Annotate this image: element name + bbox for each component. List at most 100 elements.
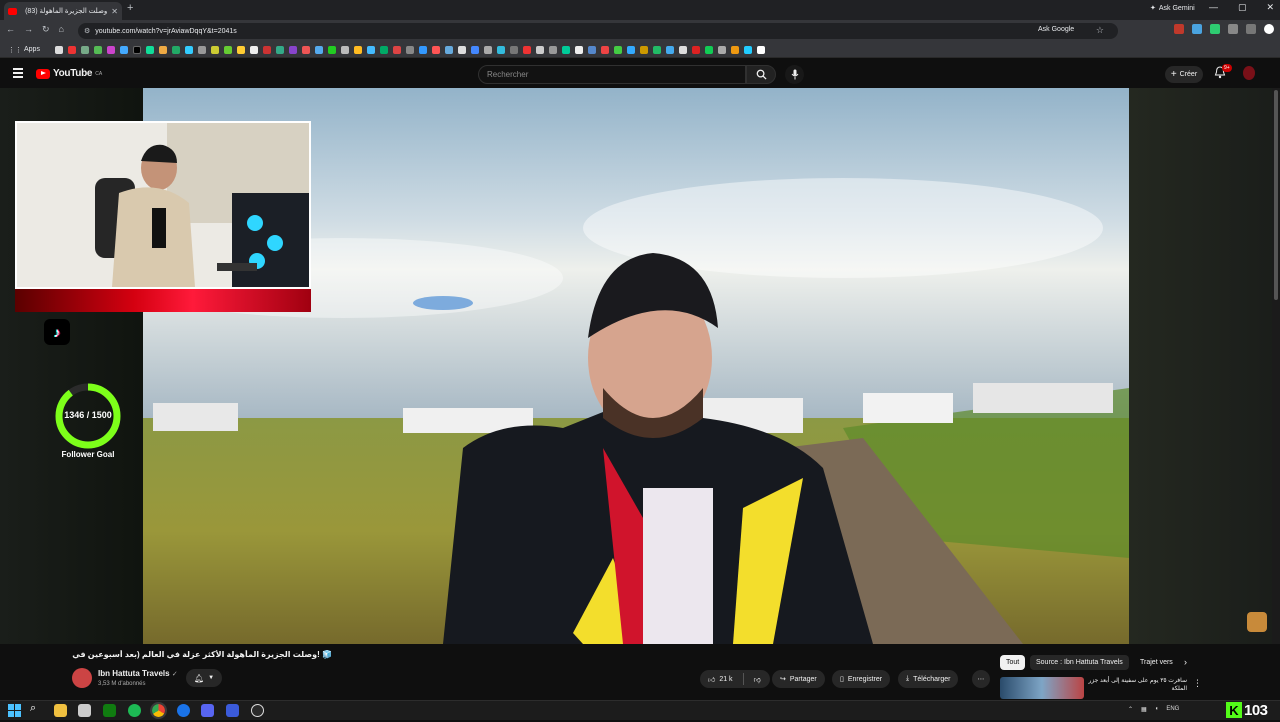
edge-icon[interactable] [177,704,190,717]
bookmark-icon[interactable] [353,45,362,54]
bookmark-icon[interactable] [561,45,570,54]
extension-icon[interactable] [1246,24,1256,34]
share-button[interactable]: ↪ Partager [772,670,825,688]
bookmark-icon[interactable] [730,45,739,54]
bookmark-icon[interactable] [80,45,89,54]
bookmark-icon[interactable] [275,45,284,54]
bookmark-icon[interactable] [652,45,661,54]
network-icon[interactable]: ▦ [1141,706,1147,713]
bookmark-icon[interactable] [418,45,427,54]
thumbs-down-icon[interactable]: 👎︎ [754,675,761,684]
spotify-icon[interactable] [128,704,141,717]
bookmark-icon[interactable] [327,45,336,54]
like-dislike-button[interactable]: 👍︎ 21 k 👎︎ [700,670,770,688]
bookmark-icon[interactable] [717,45,726,54]
chevron-up-icon[interactable]: ⌃ [1128,706,1133,713]
bookmark-icon[interactable] [210,45,219,54]
bookmark-icon[interactable] [314,45,323,54]
bookmark-icon[interactable] [548,45,557,54]
channel-avatar[interactable] [72,668,92,688]
chevron-right-icon[interactable]: › [1184,657,1187,667]
bookmark-icon[interactable] [613,45,622,54]
bookmark-icon[interactable] [509,45,518,54]
bookmark-icon[interactable] [145,45,154,54]
bookmark-icon[interactable] [444,45,453,54]
create-button[interactable]: + Créer [1165,66,1203,83]
bookmark-icon[interactable] [392,45,401,54]
bookmark-icon[interactable] [522,45,531,54]
hamburger-menu-icon[interactable] [13,68,23,78]
bookmark-icon[interactable] [704,45,713,54]
extension-icon[interactable] [1192,24,1202,34]
bookmark-icon[interactable] [288,45,297,54]
address-bar[interactable]: ⚙ youtube.com/watch?v=jrAviawDqqY&t=2041… [78,23,1118,39]
chrome-icon[interactable] [150,702,167,719]
recommended-video-thumbnail[interactable] [1000,677,1084,699]
bookmark-icon[interactable] [106,45,115,54]
bookmark-icon[interactable] [483,45,492,54]
search-input[interactable]: Rechercher [478,65,746,84]
bookmark-icon[interactable] [249,45,258,54]
subscription-bell-button[interactable]: 🔔︎ ▼ [186,669,222,687]
bookmark-icon[interactable] [587,45,596,54]
bookmark-icon[interactable] [158,45,167,54]
bookmark-icon[interactable] [301,45,310,54]
search-button[interactable] [746,65,776,84]
windows-start-icon[interactable] [8,704,21,717]
more-actions-button[interactable]: ⋯ [972,670,990,688]
bookmark-icon[interactable] [665,45,674,54]
file-explorer-icon[interactable] [54,704,67,717]
close-window-button[interactable]: ✕ [1266,2,1274,13]
xbox-icon[interactable] [103,704,116,717]
bookmark-icon[interactable] [691,45,700,54]
close-tab-icon[interactable]: ✕ [111,7,118,16]
filter-chip-source[interactable]: Source : Ibn Hattuta Travels [1030,655,1129,670]
bookmark-icon[interactable] [67,45,76,54]
extension-icon[interactable] [1210,24,1220,34]
voice-search-button[interactable] [785,65,804,84]
bookmark-icon[interactable] [119,45,128,54]
bookmark-icon[interactable] [379,45,388,54]
new-tab-button[interactable]: + [127,2,133,14]
bookmark-icon[interactable] [93,45,102,54]
bookmark-icon[interactable] [743,45,752,54]
bookmark-icon[interactable] [223,45,232,54]
bookmark-icon[interactable] [262,45,271,54]
bookmark-icon[interactable] [756,45,765,54]
minimize-button[interactable]: — [1209,2,1218,13]
bookmark-icon[interactable] [132,45,141,54]
save-button[interactable]: ▯ Enregistrer [832,670,891,688]
page-scrollbar[interactable] [1272,88,1280,644]
bookmark-icon[interactable] [457,45,466,54]
bookmark-icon[interactable] [340,45,349,54]
bookmark-icon[interactable] [626,45,635,54]
obs-icon[interactable] [251,704,264,717]
store-icon[interactable] [78,704,91,717]
account-avatar[interactable] [1243,66,1255,80]
maximize-button[interactable]: ▢ [1238,2,1247,13]
home-icon[interactable]: ⌂ [59,24,64,35]
volume-icon[interactable]: ◖ [1155,706,1159,713]
bookmark-icon[interactable] [54,45,63,54]
bookmark-icon[interactable] [431,45,440,54]
filter-chip-trip[interactable]: Trajet vers [1134,655,1179,670]
download-button[interactable]: ⤓ Télécharger [898,670,959,688]
channel-name[interactable]: Ibn Hattuta Travels ✓ [98,669,178,678]
bookmark-icon[interactable] [678,45,687,54]
discord-icon[interactable] [201,704,214,717]
search-icon[interactable]: ⌕ [30,702,43,715]
profile-icon[interactable] [1264,24,1274,34]
bookmark-icon[interactable] [639,45,648,54]
more-vertical-icon[interactable]: ⋮ [1193,678,1202,689]
bookmark-icon[interactable] [197,45,206,54]
bookmark-icon[interactable] [574,45,583,54]
browser-tab[interactable]: وصلت الجزيرة المأهولة (83) ✕ [4,2,122,20]
site-info-icon[interactable]: ⚙ [84,27,90,35]
bookmark-icon[interactable] [600,45,609,54]
bookmark-star-icon[interactable]: ☆ [1096,25,1104,36]
bookmark-icon[interactable] [184,45,193,54]
reload-icon[interactable]: ↻ [42,24,50,35]
forward-arrow-icon[interactable]: → [24,24,33,35]
bookmark-icon[interactable] [405,45,414,54]
extension-icon[interactable] [1228,24,1238,34]
